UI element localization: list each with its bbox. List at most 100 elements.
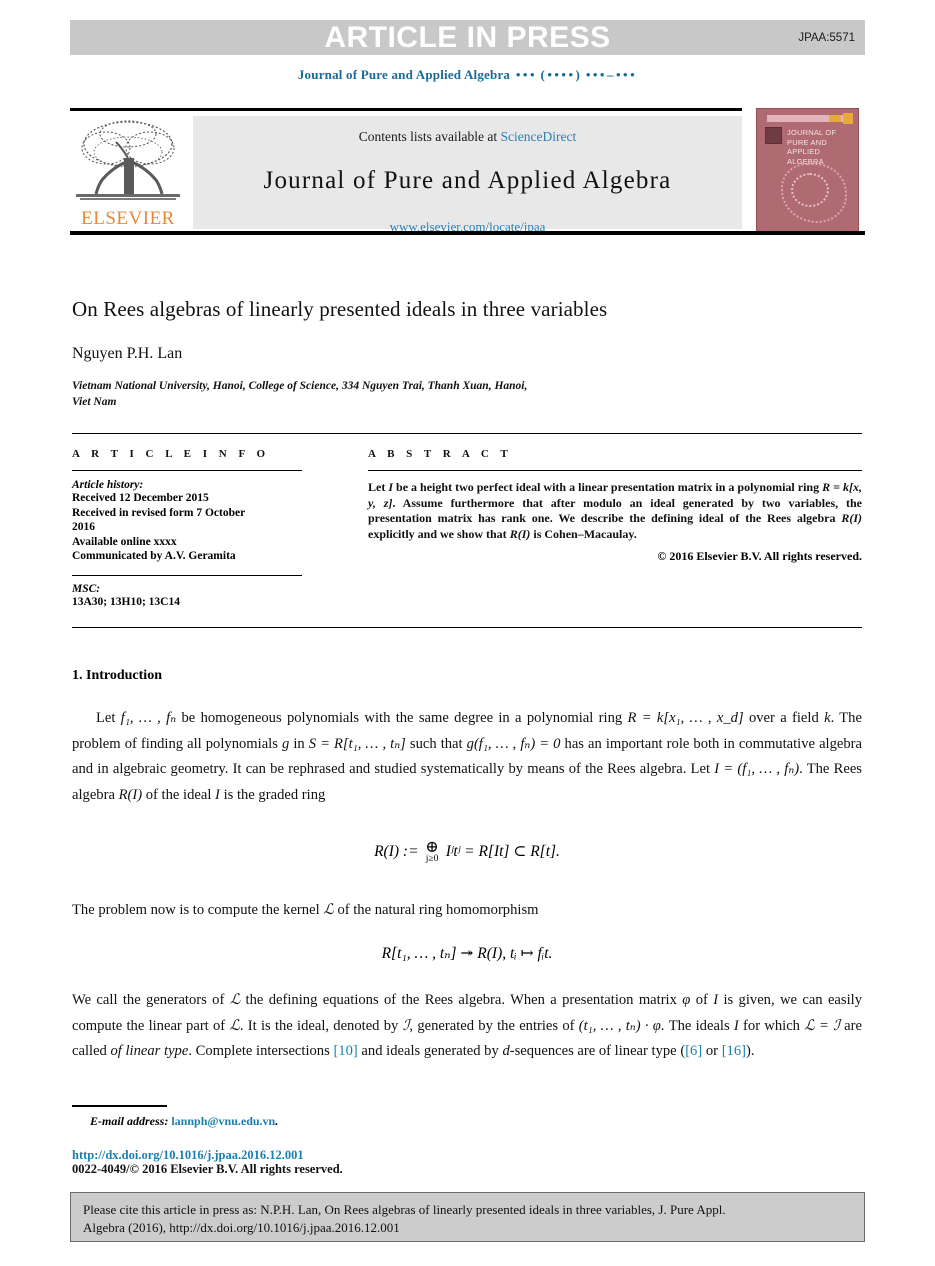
abstract-frag: be a height two perfect ideal with a lin… bbox=[393, 480, 823, 494]
article-history-label: Article history: bbox=[72, 479, 144, 491]
article-info-rule bbox=[72, 470, 302, 471]
contents-label: Contents lists available at bbox=[358, 129, 498, 144]
p3-frag: of bbox=[690, 992, 714, 1008]
cover-topbar bbox=[767, 113, 853, 124]
abstract-heading: A B S T R A C T bbox=[368, 448, 513, 460]
email-label: E-mail address: bbox=[90, 1114, 169, 1128]
masthead-bottom-rule bbox=[70, 231, 865, 235]
p1-frag: in bbox=[289, 735, 309, 752]
info-section-top-rule bbox=[72, 433, 862, 434]
footnote-rule bbox=[72, 1105, 167, 1107]
abstract-rees-expression: R(I) bbox=[841, 511, 862, 525]
abstract-rees-expression-2: R(I) bbox=[509, 526, 531, 541]
author-name[interactable]: Nguyen P.H. Lan bbox=[72, 345, 182, 363]
cover-journal-title: JOURNAL OF PURE AND APPLIED ALGEBRA bbox=[787, 128, 855, 166]
doi-link[interactable]: http://dx.doi.org/10.1016/j.jpaa.2016.12… bbox=[72, 1148, 304, 1163]
cite-line-1: Please cite this article in press as: N.… bbox=[83, 1202, 726, 1217]
author-affiliation: Vietnam National University, Hanoi, Coll… bbox=[72, 378, 712, 410]
p3-L-equals-J: ℒ = ℐ bbox=[804, 1017, 840, 1034]
affiliation-line-2: Viet Nam bbox=[72, 396, 117, 408]
citation-10[interactable]: [10] bbox=[333, 1043, 357, 1059]
cover-title-line-1: JOURNAL OF bbox=[787, 128, 837, 137]
p3-frag: We call the generators of bbox=[72, 992, 230, 1008]
running-head-year: (••••) bbox=[540, 67, 583, 82]
page-title: On Rees algebras of linearly presented i… bbox=[72, 297, 608, 321]
abstract-copyright: © 2016 Elsevier B.V. All rights reserved… bbox=[657, 549, 862, 563]
msc-block: MSC: 13A30; 13H10; 13C14 bbox=[72, 574, 302, 610]
p2-frag: of the natural ring homomorphism bbox=[333, 902, 539, 918]
p3-frag: . The ideals bbox=[660, 1017, 734, 1034]
p3-d-sequences: d bbox=[502, 1043, 510, 1059]
contents-available-line: Contents lists available at ScienceDirec… bbox=[193, 129, 742, 145]
cover-title-line-2: PURE AND bbox=[787, 137, 827, 147]
p1-frag: Let bbox=[96, 710, 121, 726]
p1-frag: such that bbox=[405, 735, 467, 752]
p3-L: ℒ bbox=[229, 992, 241, 1008]
please-cite-box: Please cite this article in press as: N.… bbox=[70, 1192, 865, 1242]
running-head-pages: •••–••• bbox=[585, 67, 638, 82]
p3-frag: or bbox=[702, 1043, 722, 1059]
affiliation-line-1: Vietnam National University, Hanoi, Coll… bbox=[72, 380, 528, 392]
abstract-text: Let I be a height two perfect ideal with… bbox=[368, 480, 862, 542]
manuscript-code: JPAA:5571 bbox=[798, 31, 855, 44]
p3-linear-type: of linear type bbox=[110, 1043, 189, 1059]
eq1-lhs: R(I) := bbox=[374, 842, 419, 860]
eq1-rhs: Iʲtʲ = R[It] ⊂ R[t]. bbox=[445, 842, 560, 860]
issn-copyright: 0022-4049/© 2016 Elsevier B.V. All right… bbox=[72, 1162, 343, 1176]
p1-ideal-I: I = (f₁, … , fₙ) bbox=[714, 761, 800, 777]
journal-masthead: ELSEVIER Contents lists available at Sci… bbox=[70, 108, 865, 235]
display-equation-2: R[t₁, … , tₙ] ↠ R(I), tᵢ ↦ fᵢt. bbox=[72, 944, 862, 963]
p2-frag: The problem now is to compute the kernel bbox=[72, 902, 324, 918]
email-link[interactable]: lannph@vnu.edu.vn bbox=[171, 1114, 275, 1128]
article-in-press-banner: ARTICLE IN PRESS JPAA:5571 bbox=[70, 20, 865, 55]
msc-codes: 13A30; 13H10; 13C14 bbox=[72, 595, 180, 608]
p3-frag: . Complete intersections bbox=[188, 1043, 334, 1059]
journal-cover-thumbnail: JOURNAL OF PURE AND APPLIED ALGEBRA bbox=[756, 108, 859, 235]
abstract-frag: Let bbox=[368, 480, 389, 494]
cite-line-2: Algebra (2016), http://dx.doi.org/10.101… bbox=[83, 1220, 400, 1235]
eq1-index: j≥0 bbox=[425, 854, 439, 864]
elsevier-wordmark: ELSEVIER bbox=[81, 208, 175, 229]
citation-6[interactable]: [6] bbox=[685, 1043, 702, 1059]
article-info-column: A R T I C L E I N F O Article history: R… bbox=[72, 448, 302, 609]
history-line: Received in revised form 7 October bbox=[72, 506, 246, 519]
elsevier-tree-icon bbox=[76, 120, 180, 200]
p1-ring-R: R = k[x₁, … , x_d] bbox=[627, 710, 744, 726]
article-info-heading: A R T I C L E I N F O bbox=[72, 448, 270, 460]
p3-frag: for which bbox=[738, 1017, 805, 1034]
p3-L2: ℒ bbox=[229, 1017, 240, 1034]
msc-rule bbox=[72, 574, 302, 576]
masthead-top-rule bbox=[70, 108, 742, 111]
p3-frag: and ideals generated by bbox=[357, 1043, 503, 1059]
p3-frag: . It is the ideal, denoted by bbox=[239, 1017, 403, 1034]
p3-frag: -sequences are of linear type ( bbox=[509, 1043, 686, 1059]
p1-f-symbols: f₁, … , fₙ bbox=[120, 710, 177, 726]
history-line: Available online xxxx bbox=[72, 535, 177, 548]
email-period: . bbox=[275, 1114, 279, 1128]
p1-frag: be homogeneous polynomials with the same… bbox=[176, 710, 628, 726]
running-head-volume: ••• bbox=[515, 67, 538, 82]
journal-title: Journal of Pure and Applied Algebra bbox=[263, 167, 672, 194]
display-equation-1: R(I) := ⊕ j≥0 Iʲtʲ = R[It] ⊂ R[t]. bbox=[72, 840, 862, 865]
running-head-journal: Journal of Pure and Applied Algebra bbox=[297, 67, 511, 82]
citation-16[interactable]: [16] bbox=[722, 1043, 746, 1059]
sciencedirect-link[interactable]: ScienceDirect bbox=[501, 129, 577, 144]
elsevier-logo: ELSEVIER bbox=[72, 118, 184, 228]
abstract-column: A B S T R A C T Let I be a height two pe… bbox=[368, 448, 862, 564]
contents-panel: Contents lists available at ScienceDirec… bbox=[193, 116, 742, 234]
history-line: Received 12 December 2015 bbox=[72, 492, 209, 504]
footnote-email: E-mail address: lannph@vnu.edu.vn. bbox=[90, 1114, 278, 1129]
p1-ring-S: S = R[t₁, … , tₙ] bbox=[308, 735, 406, 752]
running-head: Journal of Pure and Applied Algebra ••• … bbox=[0, 67, 935, 83]
cover-elsevier-mark bbox=[765, 127, 782, 144]
eq1-direct-sum: ⊕ j≥0 bbox=[425, 840, 438, 865]
p1-rees-RI: R(I) bbox=[118, 786, 143, 803]
p3-frag: ). bbox=[746, 1043, 755, 1059]
paragraph-3: We call the generators of ℒ the defining… bbox=[72, 988, 862, 1065]
msc-label: MSC: bbox=[72, 582, 101, 595]
p1-frag: of the ideal bbox=[142, 786, 216, 803]
eq2-expression: R[t₁, … , tₙ] ↠ R(I), tᵢ ↦ fᵢt. bbox=[381, 945, 553, 962]
abstract-frag: is Cohen–Macaulay. bbox=[530, 526, 637, 541]
article-in-press-label: ARTICLE IN PRESS bbox=[324, 20, 611, 54]
cover-topbar-segment-a bbox=[829, 115, 841, 122]
